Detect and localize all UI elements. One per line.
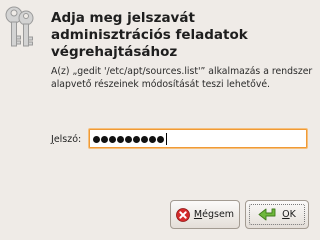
password-dot (157, 135, 164, 143)
password-dot (93, 135, 100, 143)
password-dialog: Adja meg jelszavát adminisztrációs felad… (0, 0, 320, 240)
password-masked-value (93, 133, 167, 145)
password-input[interactable] (89, 129, 307, 148)
cancel-button-label: Mégsem (193, 209, 235, 220)
password-label: Jelszó: (51, 134, 81, 145)
ok-arrow-icon (258, 208, 276, 220)
password-dot (101, 135, 108, 143)
dialog-heading: Adja meg jelszavát adminisztrációs felad… (51, 10, 248, 60)
cancel-button[interactable]: Mégsem (170, 200, 240, 229)
text-caret (166, 133, 167, 145)
password-dot (149, 135, 156, 143)
password-dot (117, 135, 124, 143)
ok-button[interactable]: OK (245, 200, 309, 229)
password-dot (109, 135, 116, 143)
password-label-text: elszó: (53, 134, 82, 145)
password-dot (133, 135, 140, 143)
cancel-icon (176, 207, 190, 222)
keys-icon (5, 6, 34, 47)
dialog-message: A(z) „gedit '/etc/apt/sources.list'” alk… (51, 66, 313, 90)
ok-button-label: OK (282, 209, 296, 220)
password-dot (125, 135, 132, 143)
password-dot (141, 135, 148, 143)
